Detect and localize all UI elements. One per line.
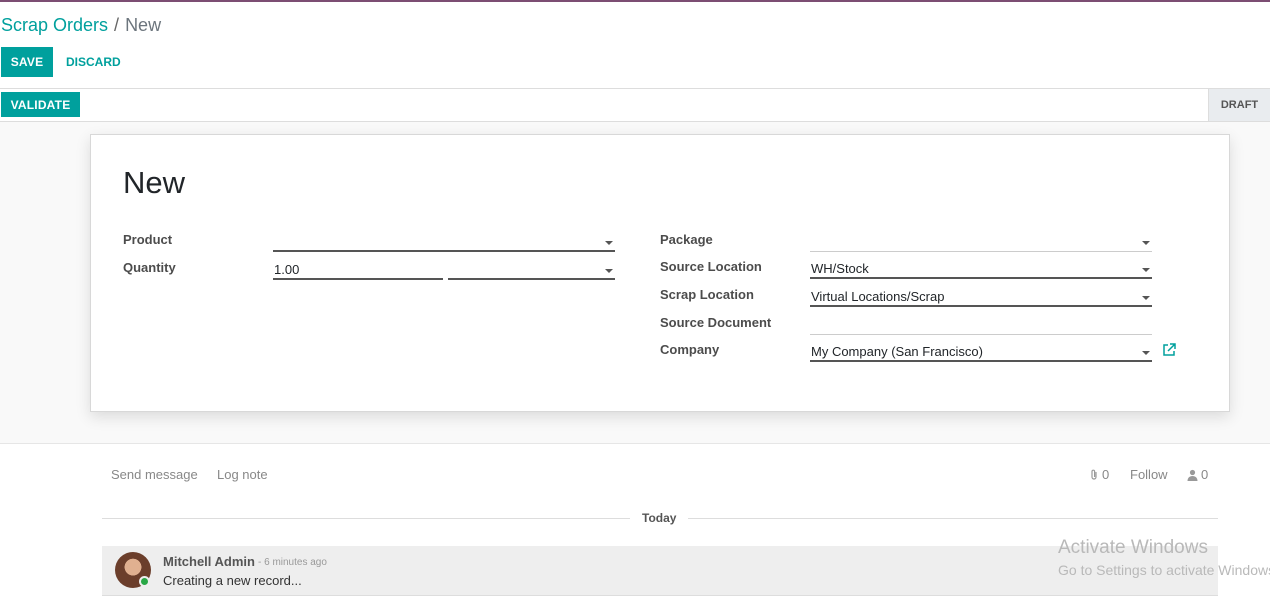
chevron-down-icon[interactable] bbox=[1142, 296, 1150, 300]
activate-windows-hint: Go to Settings to activate Windows. bbox=[1058, 562, 1270, 578]
scrap-location-field[interactable]: Virtual Locations/Scrap bbox=[810, 287, 1152, 307]
source-location-label: Source Location bbox=[660, 259, 762, 274]
product-field[interactable] bbox=[273, 232, 615, 252]
chevron-down-icon[interactable] bbox=[605, 241, 613, 245]
source-location-field[interactable]: WH/Stock bbox=[810, 259, 1152, 279]
followers-count: 0 bbox=[1201, 467, 1209, 482]
breadcrumb-scrap-orders-link[interactable]: Scrap Orders bbox=[1, 15, 108, 35]
status-draft[interactable]: DRAFT bbox=[1208, 89, 1270, 121]
user-icon bbox=[1187, 469, 1198, 481]
status-bar: VALIDATE DRAFT bbox=[0, 88, 1270, 122]
top-brand-bar bbox=[0, 0, 1270, 2]
followers-button[interactable]: 0 bbox=[1187, 467, 1208, 482]
quantity-label: Quantity bbox=[123, 260, 176, 275]
source-document-label: Source Document bbox=[660, 315, 772, 330]
scrap-location-value: Virtual Locations/Scrap bbox=[811, 289, 945, 304]
send-message-button[interactable]: Send message bbox=[111, 467, 198, 482]
chevron-down-icon[interactable] bbox=[1142, 268, 1150, 272]
source-location-value: WH/Stock bbox=[811, 261, 869, 276]
message-author[interactable]: Mitchell Admin bbox=[163, 554, 255, 569]
breadcrumb-current: New bbox=[125, 15, 162, 35]
scrap-location-label: Scrap Location bbox=[660, 287, 754, 302]
external-link-icon[interactable] bbox=[1162, 343, 1176, 357]
form-sheet: New Product Quantity 1.00 Package Source… bbox=[90, 134, 1230, 412]
quantity-value: 1.00 bbox=[274, 262, 300, 277]
company-label: Company bbox=[660, 342, 720, 357]
date-separator-label: Today bbox=[642, 511, 677, 525]
package-label: Package bbox=[660, 232, 713, 247]
quantity-field[interactable]: 1.00 bbox=[273, 260, 443, 280]
chevron-down-icon[interactable] bbox=[605, 269, 613, 273]
attachments-button[interactable]: 0 bbox=[1089, 467, 1109, 482]
message-body: Creating a new record... bbox=[163, 573, 302, 588]
company-value: My Company (San Francisco) bbox=[811, 344, 983, 359]
date-divider-left bbox=[102, 518, 630, 519]
follow-button[interactable]: Follow bbox=[1130, 467, 1168, 482]
date-divider-right bbox=[688, 518, 1218, 519]
package-field[interactable] bbox=[810, 232, 1152, 252]
discard-button[interactable]: DISCARD bbox=[58, 47, 129, 77]
chevron-down-icon[interactable] bbox=[1142, 351, 1150, 355]
message-item: Mitchell Admin - 6 minutes ago Creating … bbox=[102, 546, 1218, 596]
breadcrumb-separator: / bbox=[114, 15, 120, 35]
log-note-button[interactable]: Log note bbox=[217, 467, 268, 482]
paperclip-icon bbox=[1091, 469, 1097, 480]
company-field[interactable]: My Company (San Francisco) bbox=[810, 342, 1152, 362]
chevron-down-icon[interactable] bbox=[1142, 241, 1150, 245]
activate-windows-watermark: Activate Windows bbox=[1058, 537, 1208, 558]
message-date: - 6 minutes ago bbox=[258, 557, 327, 568]
unit-of-measure-field[interactable] bbox=[448, 260, 615, 280]
online-status-icon bbox=[139, 576, 150, 587]
breadcrumb: Scrap Orders / New bbox=[1, 14, 161, 36]
save-button[interactable]: SAVE bbox=[1, 47, 53, 77]
product-label: Product bbox=[123, 232, 173, 247]
source-document-field[interactable] bbox=[810, 315, 1152, 335]
attachments-count: 0 bbox=[1102, 467, 1110, 482]
record-title: New bbox=[123, 165, 186, 200]
validate-button[interactable]: VALIDATE bbox=[1, 92, 80, 117]
